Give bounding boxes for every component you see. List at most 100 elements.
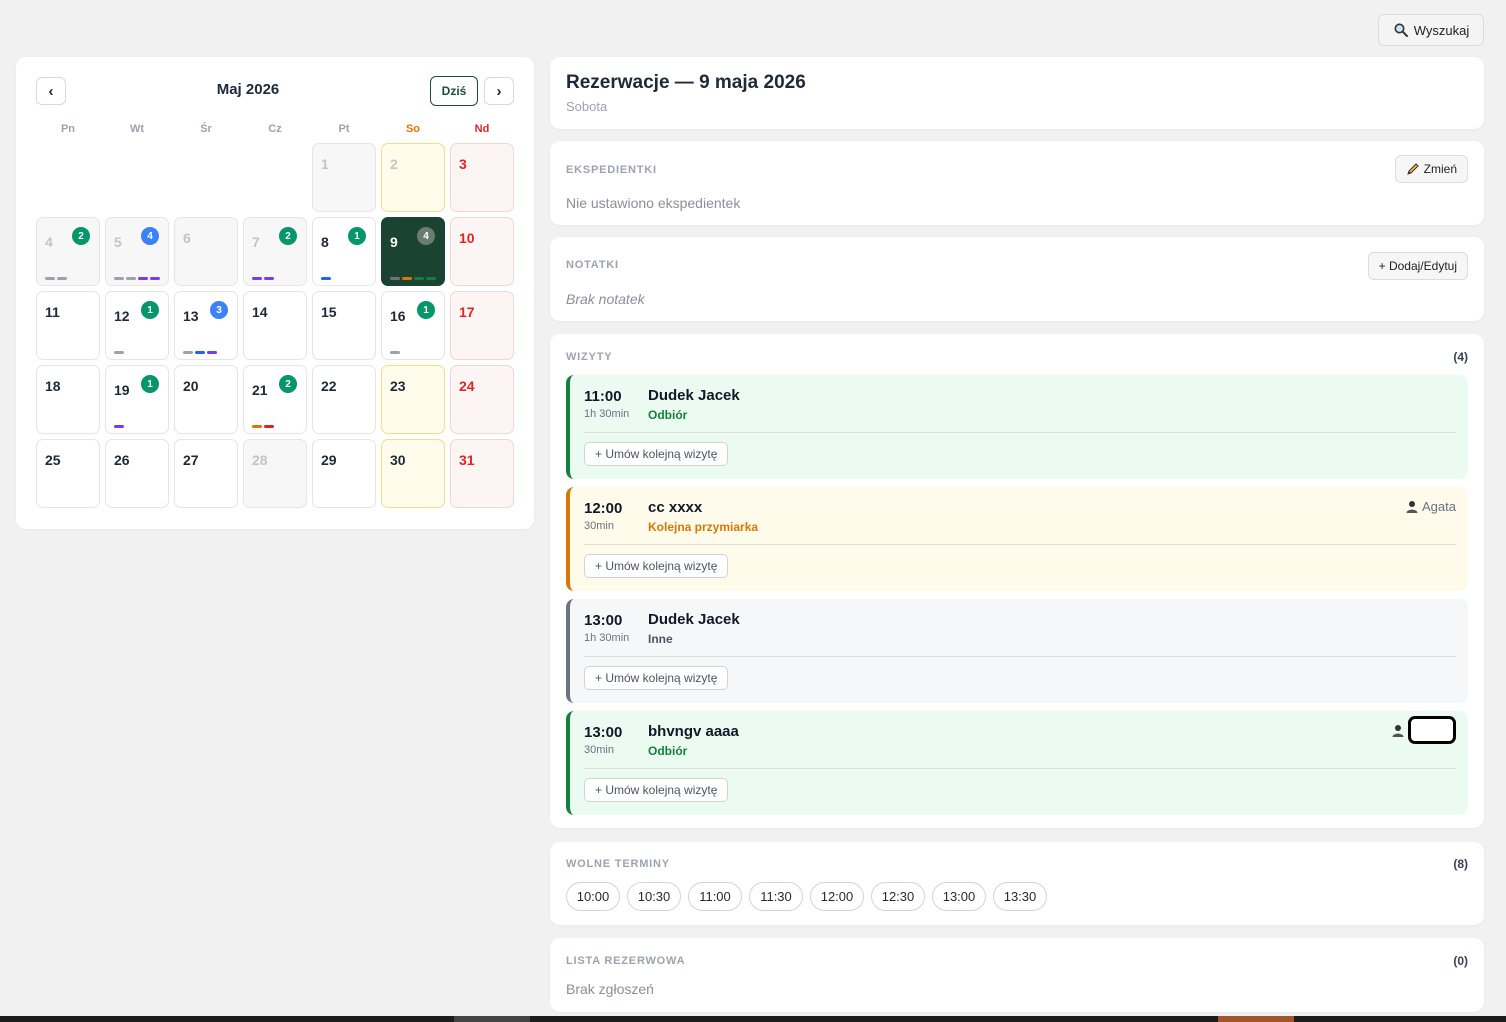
day-number: 5 <box>114 234 122 250</box>
person-icon <box>1406 501 1418 513</box>
time-slot[interactable]: 13:00 <box>932 882 986 911</box>
calendar-day[interactable]: 27 <box>174 439 238 508</box>
month-title: Maj 2026 <box>216 81 280 98</box>
calendar-day[interactable]: 3 <box>450 143 514 212</box>
page-title: Rezerwacje — 9 maja 2026 <box>566 72 806 93</box>
calendar-day[interactable]: 13 3 <box>174 291 238 360</box>
calendar-day[interactable]: 26 <box>105 439 169 508</box>
visit-card[interactable]: 11:00 1h 30min Dudek Jacek Odbiór + Umów… <box>566 375 1468 479</box>
appointment-count-badge: 2 <box>279 227 297 245</box>
search-icon <box>1394 23 1408 37</box>
day-number: 22 <box>321 378 337 394</box>
visit-client-name: bhvngv aaaa <box>648 723 739 740</box>
calendar-empty-cell <box>36 143 100 212</box>
calendar-day[interactable]: 54 <box>105 217 169 286</box>
day-number: 26 <box>114 452 130 468</box>
divider <box>584 432 1456 433</box>
visit-client-name: cc xxxx <box>648 499 703 516</box>
time-slot[interactable]: 11:30 <box>749 882 803 911</box>
appointment-indicator-bar <box>390 351 400 354</box>
section-label: WIZYTY <box>566 351 613 363</box>
schedule-next-visit-button[interactable]: + Umów kolejną wizytę <box>584 554 729 578</box>
calendar-day[interactable]: 22 <box>312 365 376 434</box>
appointment-indicators <box>390 277 436 280</box>
calendar-day[interactable]: 81 <box>312 217 376 286</box>
calendar-day[interactable]: 20 <box>174 365 238 434</box>
calendar-day[interactable]: 1 <box>312 143 376 212</box>
visit-duration: 30min <box>584 744 614 756</box>
calendar-day[interactable]: 25 <box>36 439 100 508</box>
taskbar-item[interactable] <box>454 1016 530 1022</box>
visit-duration: 1h 30min <box>584 632 630 644</box>
calendar-day[interactable]: 24 <box>450 365 514 434</box>
visit-card[interactable]: 13:00 30min bhvngv aaaa Odbiór + Umów ko… <box>566 711 1468 815</box>
calendar-day[interactable]: 6 <box>174 217 238 286</box>
change-staff-button[interactable]: Zmień <box>1394 155 1468 183</box>
time-slot[interactable]: 12:30 <box>871 882 925 911</box>
visit-card[interactable]: 13:00 1h 30min Dudek Jacek Inne + Umów k… <box>566 599 1468 703</box>
weekday-label: Pt <box>338 123 350 135</box>
day-header-card: Rezerwacje — 9 maja 2026 Sobota <box>550 57 1484 129</box>
calendar-day[interactable]: 42 <box>36 217 100 286</box>
schedule-next-visit-button[interactable]: + Umów kolejną wizytę <box>584 778 729 802</box>
day-number: 11 <box>45 304 60 320</box>
calendar-day[interactable]: 94 <box>381 217 445 286</box>
divider <box>584 768 1456 769</box>
taskbar-item[interactable] <box>1218 1016 1294 1022</box>
visit-type: Odbiór <box>648 408 688 422</box>
calendar-day[interactable]: 72 <box>243 217 307 286</box>
visit-card[interactable]: 12:00 30min cc xxxx Kolejna przymiarka A… <box>566 487 1468 591</box>
visit-duration: 30min <box>584 520 614 532</box>
time-slot[interactable]: 10:30 <box>627 882 681 911</box>
time-slot[interactable]: 13:30 <box>993 882 1047 911</box>
schedule-next-visit-button[interactable]: + Umów kolejną wizytę <box>584 666 729 690</box>
visits-section: WIZYTY (4) 11:00 1h 30min Dudek Jacek Od… <box>550 334 1484 828</box>
day-number: 7 <box>252 234 260 250</box>
calendar-day[interactable]: 16 1 <box>381 291 445 360</box>
day-number: 6 <box>183 230 191 246</box>
calendar-day[interactable]: 29 <box>312 439 376 508</box>
appointment-indicators <box>183 351 217 354</box>
calendar-day[interactable]: 10 <box>450 217 514 286</box>
visit-time: 11:00 <box>584 388 622 405</box>
day-number: 21 <box>252 382 268 398</box>
calendar-day[interactable]: 17 <box>450 291 514 360</box>
time-slot[interactable]: 12:00 <box>810 882 864 911</box>
appointment-indicators <box>252 277 274 280</box>
calendar-day[interactable]: 19 1 <box>105 365 169 434</box>
visit-time: 13:00 <box>584 724 623 741</box>
visit-staff: Agata <box>1406 499 1456 514</box>
calendar-day[interactable]: 31 <box>450 439 514 508</box>
edit-notes-button[interactable]: + Dodaj/Edytuj <box>1367 252 1468 280</box>
appointment-count-badge: 2 <box>72 227 90 245</box>
time-slot[interactable]: 11:00 <box>688 882 742 911</box>
pencil-icon <box>1406 163 1419 175</box>
calendar-day[interactable]: 30 <box>381 439 445 508</box>
appointment-indicator-bar <box>252 425 262 428</box>
search-button[interactable]: Wyszukaj <box>1378 14 1484 46</box>
taskbar-strip <box>0 1016 1506 1022</box>
calendar-day[interactable]: 28 <box>243 439 307 508</box>
today-button[interactable]: Dziś <box>430 76 478 106</box>
weekday-label: Nd <box>474 123 490 135</box>
day-number: 19 <box>114 382 130 398</box>
visit-staff-name: Agata <box>1422 499 1456 514</box>
calendar-day[interactable]: 11 <box>36 291 100 360</box>
calendar-day[interactable]: 2 <box>381 143 445 212</box>
calendar-day[interactable]: 21 2 <box>243 365 307 434</box>
calendar-day[interactable]: 18 <box>36 365 100 434</box>
next-month-button[interactable]: › <box>484 77 514 105</box>
calendar-day[interactable]: 14 <box>243 291 307 360</box>
calendar-day[interactable]: 12 1 <box>105 291 169 360</box>
appointment-indicators <box>114 351 124 354</box>
appointment-indicator-bar <box>207 351 217 354</box>
time-slot[interactable]: 10:00 <box>566 882 620 911</box>
day-number: 20 <box>183 378 199 394</box>
visit-client-name: Dudek Jacek <box>648 611 740 628</box>
notes-section: NOTATKI + Dodaj/Edytuj Brak notatek <box>550 237 1484 321</box>
day-number: 3 <box>459 156 467 172</box>
schedule-next-visit-button[interactable]: + Umów kolejną wizytę <box>584 442 729 466</box>
appointment-count-badge: 1 <box>141 375 159 393</box>
calendar-day[interactable]: 23 <box>381 365 445 434</box>
calendar-day[interactable]: 15 <box>312 291 376 360</box>
